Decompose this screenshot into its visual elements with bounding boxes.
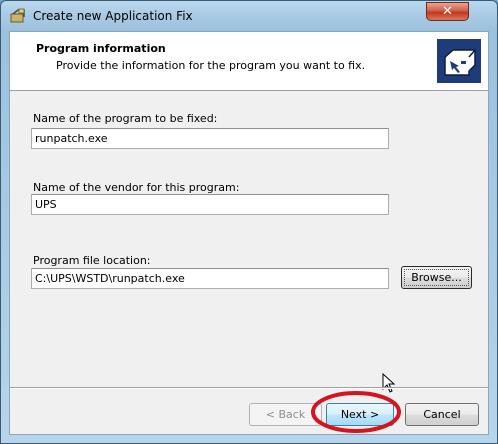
vendor-name-input[interactable]: UPS: [31, 194, 389, 215]
program-name-input[interactable]: runpatch.exe: [31, 128, 389, 149]
mouse-pointer-icon: [382, 373, 396, 393]
file-location-label: Program file location:: [33, 254, 151, 267]
file-location-input[interactable]: C:\UPS\WSTD\runpatch.exe: [31, 268, 389, 289]
wizard-header: Program information Provide the informat…: [10, 32, 488, 91]
title-bar[interactable]: Create new Application Fix ✕: [1, 1, 497, 31]
page-subtitle: Provide the information for the program …: [56, 59, 366, 72]
next-button-label: Next >: [340, 408, 380, 421]
close-button[interactable]: ✕: [426, 2, 469, 21]
program-name-label: Name of the program to be fixed:: [33, 112, 218, 125]
close-icon: ✕: [442, 4, 453, 19]
next-button[interactable]: Next >: [326, 403, 394, 426]
cancel-button-label: Cancel: [423, 408, 461, 421]
application-fix-icon: [10, 8, 25, 23]
vendor-name-label: Name of the vendor for this program:: [33, 181, 240, 194]
footer-separator: [10, 387, 488, 389]
program-fix-wizard-icon: [437, 39, 481, 83]
back-button-label: < Back: [265, 408, 306, 421]
wizard-page: Program information Provide the informat…: [9, 31, 489, 435]
application-fix-window: Create new Application Fix ✕ Program inf…: [0, 0, 498, 444]
page-title: Program information: [36, 42, 166, 55]
browse-button-label: Browse...: [411, 271, 462, 284]
window-title: Create new Application Fix: [33, 9, 193, 23]
browse-button[interactable]: Browse...: [401, 266, 472, 289]
back-button[interactable]: < Back: [249, 403, 322, 426]
cancel-button[interactable]: Cancel: [405, 403, 479, 426]
